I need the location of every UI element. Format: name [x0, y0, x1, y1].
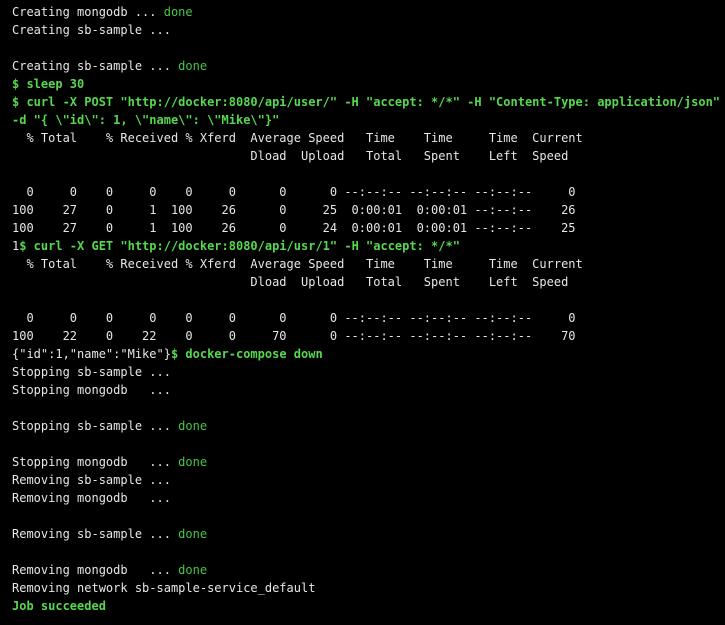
- output-text: Creating sb-sample ...: [12, 59, 179, 73]
- terminal-line: Removing mongodb ...: [12, 489, 725, 507]
- terminal-line: Stopping mongodb ... done: [12, 453, 725, 471]
- output-text: Stopping sb-sample ...: [12, 419, 179, 433]
- terminal-line: 0 0 0 0 0 0 0 0 --:--:-- --:--:-- --:--:…: [12, 309, 725, 327]
- output-text: Stopping mongodb ...: [12, 383, 171, 397]
- output-text: Dload Upload Total Spent Left Speed: [12, 149, 569, 163]
- output-text: Removing network sb-sample-service_defau…: [12, 581, 316, 595]
- output-text: 100 22 0 22 0 0 70 0 --:--:-- --:--:-- -…: [12, 329, 576, 343]
- output-text: Dload Upload Total Spent Left Speed: [12, 275, 569, 289]
- output-text: 100 27 0 1 100 26 0 25 0:00:01 0:00:01 -…: [12, 203, 576, 217]
- terminal-line: Removing mongodb ... done: [12, 561, 725, 579]
- output-text: Stopping mongodb ...: [12, 455, 179, 469]
- status-done: done: [163, 5, 193, 19]
- terminal-line: Stopping sb-sample ...: [12, 363, 725, 381]
- status-done: done: [178, 527, 208, 541]
- command-text: $ curl -X GET "http://docker:8080/api/us…: [19, 239, 460, 253]
- output-text: Removing sb-sample ...: [12, 473, 171, 487]
- terminal-line: Creating sb-sample ...: [12, 21, 725, 39]
- terminal-line: Stopping mongodb ...: [12, 381, 725, 399]
- output-text: Removing sb-sample ...: [12, 527, 179, 541]
- output-text: Creating sb-sample ...: [12, 23, 171, 37]
- command-text: $ sleep 30: [12, 77, 85, 91]
- terminal-line: -d "{ \"id\": 1, \"name\": \"Mike\"}": [12, 111, 725, 129]
- terminal-line: 100 27 0 1 100 26 0 25 0:00:01 0:00:01 -…: [12, 201, 725, 219]
- terminal-line: Dload Upload Total Spent Left Speed: [12, 273, 725, 291]
- output-text: Stopping sb-sample ...: [12, 365, 171, 379]
- output-text: {"id":1,"name":"Mike"}: [12, 347, 171, 361]
- status-done: done: [178, 563, 208, 577]
- terminal-output[interactable]: Creating mongodb ... done Creating sb-sam…: [0, 0, 725, 625]
- terminal-line: {"id":1,"name":"Mike"}$ docker-compose d…: [12, 345, 725, 363]
- terminal-line: 100 27 0 1 100 26 0 24 0:00:01 0:00:01 -…: [12, 219, 725, 237]
- command-text: -d "{ \"id\": 1, \"name\": \"Mike\"}": [12, 113, 280, 127]
- command-text: $ docker-compose down: [170, 347, 323, 361]
- output-text: 0 0 0 0 0 0 0 0 --:--:-- --:--:-- --:--:…: [12, 185, 576, 199]
- command-text: Job succeeded: [12, 599, 106, 613]
- command-text: $ curl -X POST "http://docker:8080/api/u…: [12, 95, 721, 109]
- terminal-line: Stopping sb-sample ... done: [12, 417, 725, 435]
- output-text: 0 0 0 0 0 0 0 0 --:--:-- --:--:-- --:--:…: [12, 311, 576, 325]
- terminal-line: 100 22 0 22 0 0 70 0 --:--:-- --:--:-- -…: [12, 327, 725, 345]
- terminal-line: Job succeeded: [12, 597, 725, 615]
- terminal-line: Removing network sb-sample-service_defau…: [12, 579, 725, 597]
- terminal-line: Creating sb-sample ... done: [12, 57, 725, 75]
- terminal-line: Removing sb-sample ... done: [12, 525, 725, 543]
- terminal-line: % Total % Received % Xferd Average Speed…: [12, 255, 725, 273]
- status-done: done: [178, 59, 208, 73]
- terminal-line: 0 0 0 0 0 0 0 0 --:--:-- --:--:-- --:--:…: [12, 183, 725, 201]
- terminal-line: Creating mongodb ... done: [12, 3, 725, 21]
- output-text: Creating mongodb ...: [12, 5, 164, 19]
- terminal-line: % Total % Received % Xferd Average Speed…: [12, 129, 725, 147]
- terminal-line: 1$ curl -X GET "http://docker:8080/api/u…: [12, 237, 725, 255]
- status-done: done: [178, 419, 208, 433]
- output-text: Removing mongodb ...: [12, 491, 171, 505]
- output-text: 100 27 0 1 100 26 0 24 0:00:01 0:00:01 -…: [12, 221, 576, 235]
- output-text: % Total % Received % Xferd Average Speed…: [12, 257, 583, 271]
- output-text: Removing mongodb ...: [12, 563, 179, 577]
- terminal-line: Dload Upload Total Spent Left Speed: [12, 147, 725, 165]
- terminal-line: $ sleep 30: [12, 75, 725, 93]
- output-text: % Total % Received % Xferd Average Speed…: [12, 131, 583, 145]
- status-done: done: [178, 455, 208, 469]
- terminal-line: $ curl -X POST "http://docker:8080/api/u…: [12, 93, 725, 111]
- terminal-line: Removing sb-sample ...: [12, 471, 725, 489]
